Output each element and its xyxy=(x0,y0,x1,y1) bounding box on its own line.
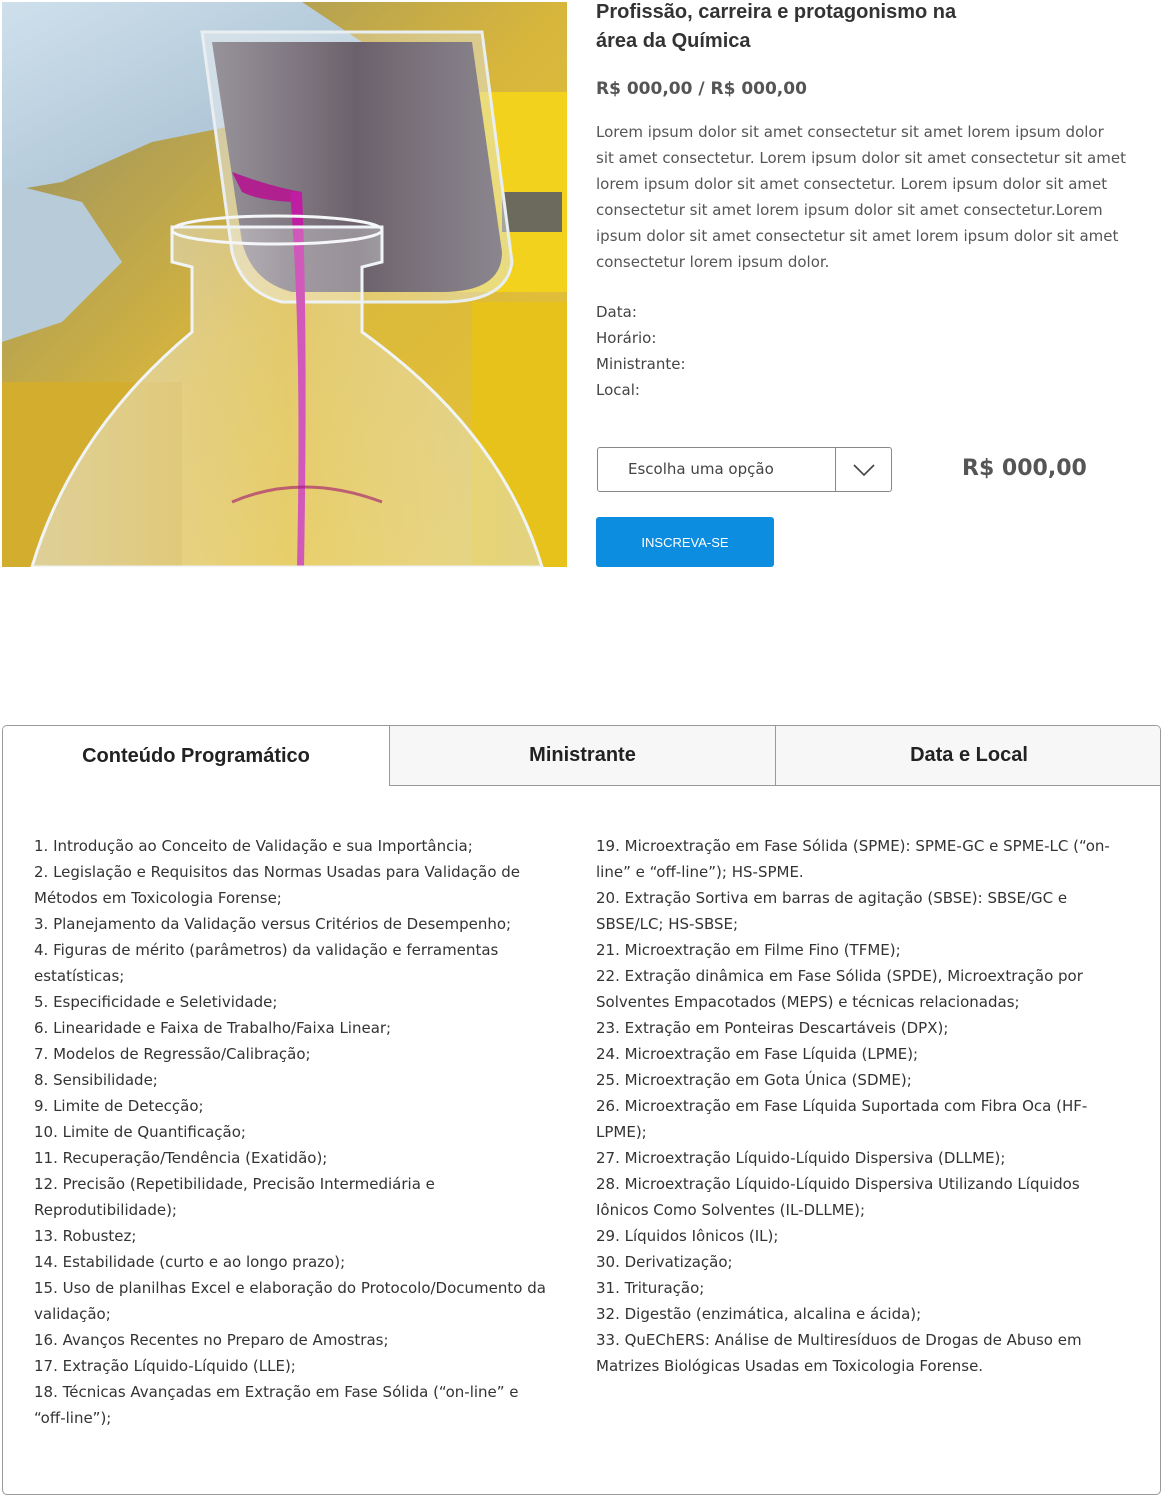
list-item: 10. Limite de Quantificação; xyxy=(34,1123,246,1141)
list-item: 18. Técnicas Avançadas em Extração em Fa… xyxy=(34,1383,519,1427)
chevron-down-icon[interactable] xyxy=(835,448,891,491)
list-item: 6. Linearidade e Faixa de Trabalho/Faixa… xyxy=(34,1019,392,1037)
list-item: 30. Derivatização; xyxy=(596,1253,733,1271)
content-list-left: 1. Introdução ao Conceito de Validação e… xyxy=(34,833,554,1431)
list-item: 11. Recuperação/Tendência (Exatidão); xyxy=(34,1149,328,1167)
list-item: 20. Extração Sortiva em barras de agitaç… xyxy=(596,889,1068,933)
list-item: 33. QuEChERS: Análise de Multiresíduos d… xyxy=(596,1331,1082,1375)
list-item: 3. Planejamento da Validação versus Crit… xyxy=(34,915,512,933)
list-item: 31. Trituração; xyxy=(596,1279,705,1297)
list-item: 15. Uso de planilhas Excel e elaboração … xyxy=(34,1279,546,1323)
tab-ministrante[interactable]: Ministrante xyxy=(389,726,775,786)
list-item: 14. Estabilidade (curto e ao longo prazo… xyxy=(34,1253,346,1271)
product-description: Lorem ipsum dolor sit amet consectetur s… xyxy=(596,123,1126,271)
list-item: 13. Robustez; xyxy=(34,1227,137,1245)
list-item: 25. Microextração em Gota Única (SDME); xyxy=(596,1071,912,1089)
list-item: 28. Microextração Líquido-Líquido Disper… xyxy=(596,1175,1080,1219)
location-label: Local: xyxy=(596,381,640,399)
list-item: 19. Microextração em Fase Sólida (SPME):… xyxy=(596,837,1110,881)
list-item: 27. Microextração Líquido-Líquido Disper… xyxy=(596,1149,1006,1167)
content-list-right: 19. Microextração em Fase Sólida (SPME):… xyxy=(596,833,1131,1379)
list-item: 12. Precisão (Repetibilidade, Precisão I… xyxy=(34,1175,435,1219)
list-item: 24. Microextração em Fase Líquida (LPME)… xyxy=(596,1045,919,1063)
list-item: 17. Extração Líquido-Líquido (LLE); xyxy=(34,1357,296,1375)
list-item: 7. Modelos de Regressão/Calibração; xyxy=(34,1045,311,1063)
option-select[interactable]: Escolha uma opção xyxy=(597,447,892,492)
product-image xyxy=(2,2,567,567)
product-info: Profissão, carreira e protagonismo na ár… xyxy=(596,0,1136,403)
product-meta: Data: Horário: Ministrante: Local: xyxy=(596,299,1136,403)
time-label: Horário: xyxy=(596,329,657,347)
tabs-panel: Conteúdo Programático Ministrante Data e… xyxy=(2,725,1161,1495)
list-item: 2. Legislação e Requisitos das Normas Us… xyxy=(34,863,521,907)
subscribe-button[interactable]: INSCREVA-SE xyxy=(596,517,774,567)
list-item: 21. Microextração em Filme Fino (TFME); xyxy=(596,941,901,959)
list-item: 32. Digestão (enzimática, alcalina e áci… xyxy=(596,1305,922,1323)
tab-bar: Conteúdo Programático Ministrante Data e… xyxy=(3,726,1160,786)
product-price: R$ 000,00 xyxy=(962,456,1087,481)
list-item: 29. Líquidos Iônicos (IL); xyxy=(596,1227,779,1245)
list-item: 5. Especificidade e Seletividade; xyxy=(34,993,278,1011)
date-label: Data: xyxy=(596,303,637,321)
instructor-label: Ministrante: xyxy=(596,355,686,373)
list-item: 16. Avanços Recentes no Preparo de Amost… xyxy=(34,1331,389,1349)
list-item: 26. Microextração em Fase Líquida Suport… xyxy=(596,1097,1088,1141)
list-item: 8. Sensibilidade; xyxy=(34,1071,158,1089)
list-item: 1. Introdução ao Conceito de Validação e… xyxy=(34,837,473,855)
list-item: 23. Extração em Ponteiras Descartáveis (… xyxy=(596,1019,949,1037)
option-select-value: Escolha uma opção xyxy=(628,460,774,478)
product-title: Profissão, carreira e protagonismo na ár… xyxy=(596,1,957,52)
list-item: 9. Limite de Detecção; xyxy=(34,1097,204,1115)
list-item: 22. Extração dinâmica em Fase Sólida (SP… xyxy=(596,967,1083,1011)
tab-data-e-local[interactable]: Data e Local xyxy=(775,726,1160,786)
tab-conteudo-programatico[interactable]: Conteúdo Programático xyxy=(3,726,389,786)
list-item: 4. Figuras de mérito (parâmetros) da val… xyxy=(34,941,499,985)
price-range: R$ 000,00 / R$ 000,00 xyxy=(596,79,807,99)
